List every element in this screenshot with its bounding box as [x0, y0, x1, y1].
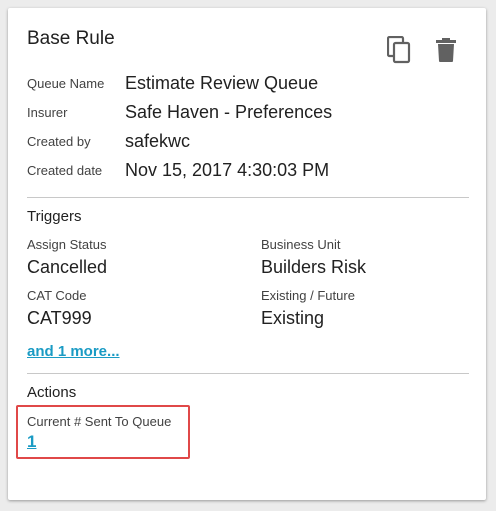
action-field-sent-to-queue: Current # Sent To Queue 1	[27, 414, 171, 452]
field-label: Current # Sent To Queue	[27, 414, 172, 429]
field-label: Assign Status	[27, 237, 107, 252]
divider	[27, 373, 469, 374]
delete-button[interactable]	[432, 36, 460, 64]
divider	[27, 197, 469, 198]
meta-row-queue-name: Queue Name Estimate Review Queue	[27, 71, 318, 95]
meta-row-created-date: Created date Nov 15, 2017 4:30:03 PM	[27, 158, 329, 182]
trigger-field-assign-status: Assign Status Cancelled	[27, 237, 107, 279]
trigger-field-cat-code: CAT Code CAT999	[27, 288, 92, 330]
meta-value: Safe Haven - Preferences	[125, 101, 333, 122]
actions-heading: Actions	[27, 384, 77, 401]
meta-label: Created date	[27, 162, 103, 178]
meta-label: Created by	[27, 133, 91, 149]
field-value: Cancelled	[27, 257, 108, 277]
field-label: Existing / Future	[261, 288, 355, 303]
field-label: Business Unit	[261, 237, 341, 252]
rule-card: Base Rule Queue Name Estimate Review Que…	[8, 8, 486, 500]
triggers-heading: Triggers	[27, 208, 82, 225]
meta-value: Estimate Review Queue	[125, 72, 319, 93]
field-value: CAT999	[27, 308, 92, 328]
meta-value: safekwc	[125, 130, 191, 151]
field-label: CAT Code	[27, 288, 87, 303]
more-triggers-link[interactable]: and 1 more...	[27, 343, 120, 360]
meta-label: Insurer	[27, 104, 68, 120]
trigger-field-existing-future: Existing / Future Existing	[261, 288, 355, 330]
meta-value: Nov 15, 2017 4:30:03 PM	[125, 159, 330, 180]
field-value: Existing	[261, 308, 325, 328]
meta-label: Queue Name	[27, 75, 105, 91]
field-value: Builders Risk	[261, 257, 367, 277]
meta-row-created-by: Created by safekwc	[27, 129, 190, 153]
copy-icon	[387, 36, 411, 64]
trash-icon	[436, 38, 456, 62]
trigger-field-business-unit: Business Unit Builders Risk	[261, 237, 366, 279]
copy-button[interactable]	[385, 36, 413, 64]
meta-row-insurer: Insurer Safe Haven - Preferences	[27, 100, 332, 124]
queue-count-link[interactable]: 1	[27, 432, 36, 452]
card-title: Base Rule	[27, 28, 115, 49]
